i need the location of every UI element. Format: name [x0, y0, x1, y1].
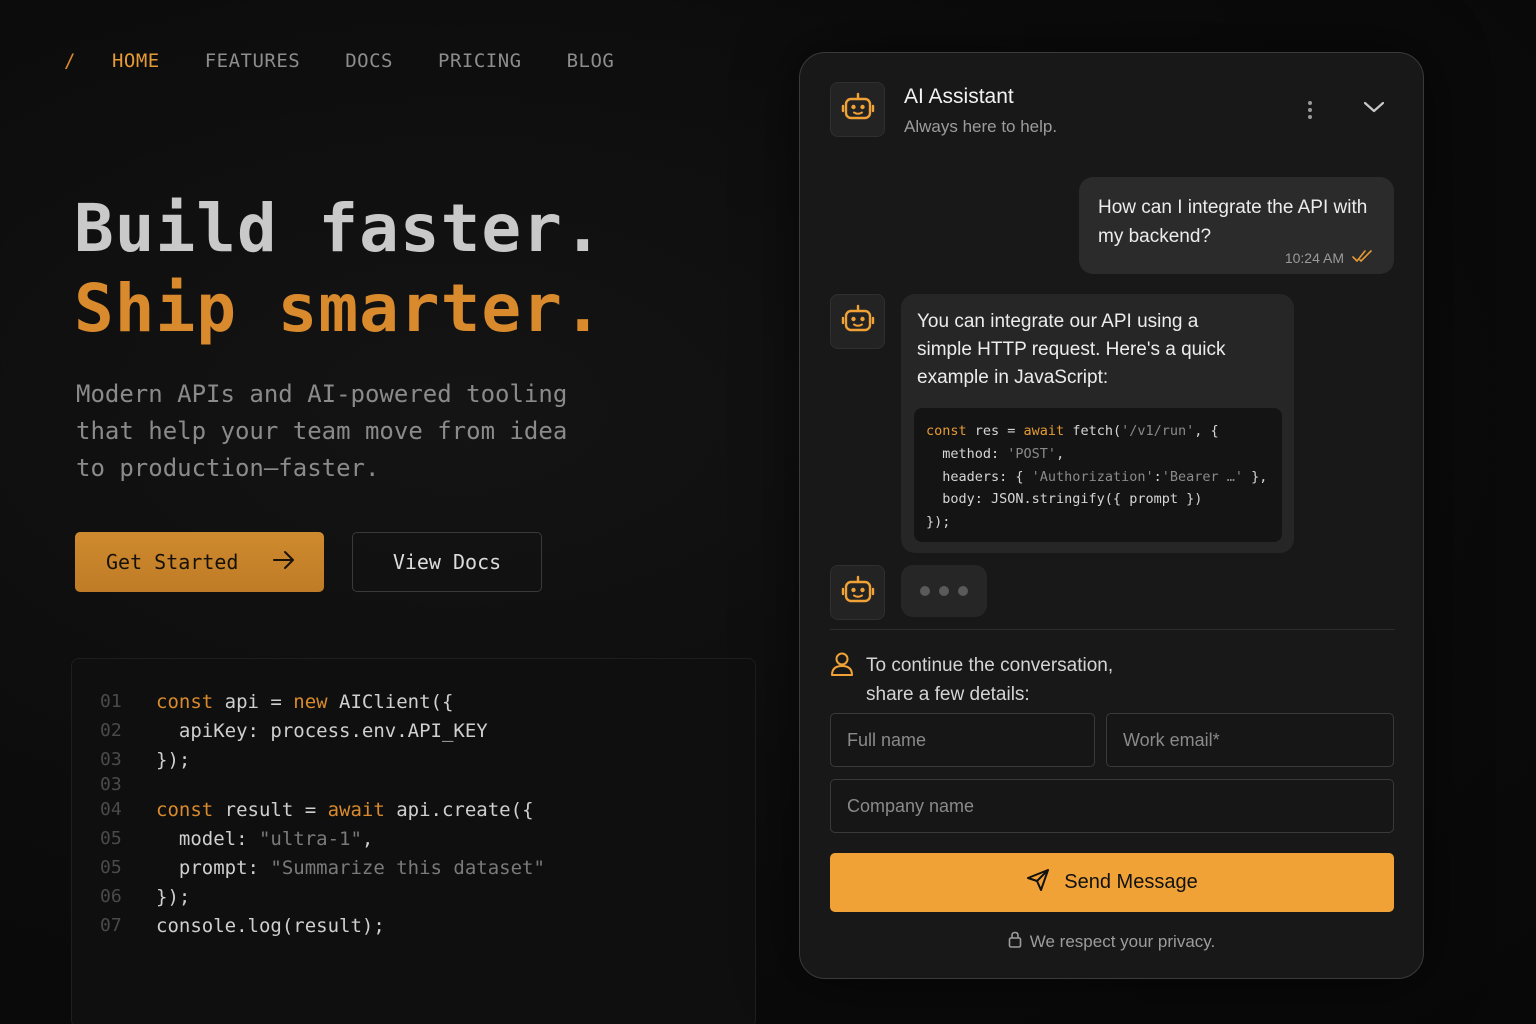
user-message-bubble: How can I integrate the API with my back…: [1079, 177, 1394, 274]
message-meta: 10:24 AM: [1285, 249, 1372, 266]
hero-subtitle: Modern APIs and AI-powered tooling that …: [76, 380, 568, 482]
view-docs-button[interactable]: View Docs: [352, 532, 542, 592]
lead-prompt-line1: To continue the conversation,: [866, 655, 1114, 676]
nav-item-features[interactable]: FEATURES: [205, 50, 301, 72]
divider: [830, 629, 1395, 630]
robot-icon: [841, 575, 875, 610]
code-text: console.log(result);: [156, 914, 385, 937]
code-line: method: 'POST',: [926, 445, 1065, 462]
assistant-message-bubble: You can integrate our API using a simple…: [901, 294, 1294, 553]
user-icon: [830, 651, 854, 709]
privacy-note: We respect your privacy.: [800, 931, 1423, 953]
line-number: 03: [100, 749, 122, 770]
lead-prompt-line2: share a few details:: [866, 684, 1030, 705]
code-line: 03: [72, 774, 755, 795]
code-text: model: "ultra-1",: [156, 827, 374, 850]
get-started-label: Get Started: [106, 550, 239, 574]
arrow-right-icon: [272, 550, 296, 575]
code-text: prompt: "Summarize this dataset": [156, 856, 545, 879]
code-text: });: [156, 748, 191, 771]
line-number: 01: [100, 691, 122, 712]
paper-plane-icon: [1026, 868, 1050, 897]
hero-headline-line2: Ship smarter.: [74, 270, 604, 347]
code-text: const result = await api.create({: [156, 798, 534, 821]
chevron-down-icon[interactable]: [1362, 99, 1386, 120]
assistant-message-text: You can integrate our API using a simple…: [917, 311, 1226, 388]
assistant-avatar: [830, 82, 885, 137]
line-number: 02: [100, 720, 122, 741]
more-options-icon[interactable]: [1300, 97, 1320, 123]
code-sample-panel: 01 const api = new AIClient({ 02 apiKey:…: [71, 658, 756, 1024]
code-line: headers: { 'Authorization':'Bearer …' },: [926, 468, 1268, 485]
lead-prompt: To continue the conversation, share a fe…: [830, 651, 1113, 709]
assistant-avatar: [830, 294, 885, 349]
message-time: 10:24 AM: [1284, 249, 1344, 266]
code-line: 07 console.log(result);: [72, 911, 755, 940]
robot-icon: [841, 304, 875, 339]
chat-widget: AI Assistant Always here to help. How ca…: [799, 52, 1424, 979]
line-number: 07: [100, 915, 122, 936]
lead-prompt-text: To continue the conversation, share a fe…: [866, 651, 1113, 709]
line-number: 06: [100, 886, 122, 907]
chat-title: AI Assistant: [904, 85, 1014, 108]
code-text: apiKey: process.env.API_KEY: [156, 719, 488, 742]
send-message-button[interactable]: Send Message: [830, 853, 1394, 912]
code-text: const api = new AIClient({: [156, 690, 454, 713]
code-line: 01 const api = new AIClient({: [72, 687, 755, 716]
code-line: });: [926, 514, 951, 531]
get-started-button[interactable]: Get Started: [75, 532, 324, 592]
send-message-label: Send Message: [1064, 871, 1198, 893]
code-line: const res = await fetch('/v1/run', {: [926, 423, 1219, 439]
nav-item-home[interactable]: HOME: [112, 50, 160, 72]
code-line: 03 });: [72, 745, 755, 774]
nav-slash: /: [64, 50, 76, 72]
company-name-field[interactable]: [830, 779, 1394, 833]
code-line: 05 prompt: "Summarize this dataset": [72, 853, 755, 882]
privacy-text: We respect your privacy.: [1029, 932, 1216, 951]
view-docs-label: View Docs: [392, 550, 502, 574]
nav-item-docs[interactable]: DOCS: [345, 50, 393, 72]
line-number: 05: [100, 857, 122, 878]
chat-subtitle: Always here to help.: [904, 117, 1058, 136]
chat-header: AI Assistant Always here to help.: [800, 53, 1423, 163]
user-message-text: How can I integrate the API with my back…: [1098, 197, 1368, 247]
code-text: });: [156, 885, 191, 908]
code-line: 05 model: "ultra-1",: [72, 824, 755, 853]
work-email-field[interactable]: [1106, 713, 1394, 767]
line-number: 04: [100, 799, 122, 820]
double-check-icon: [1352, 249, 1372, 266]
assistant-avatar: [830, 565, 885, 620]
top-nav: / HOME FEATURES DOCS PRICING BLOG: [64, 50, 659, 72]
hero-headline-line1: Build faster.: [74, 190, 604, 267]
code-line: body: JSON.stringify({ prompt }): [926, 491, 1203, 508]
full-name-field[interactable]: [830, 713, 1095, 767]
typing-indicator: [901, 565, 987, 617]
line-number: 05: [100, 828, 122, 849]
line-number: 03: [100, 774, 122, 795]
nav-item-pricing[interactable]: PRICING: [438, 50, 522, 72]
assistant-code-block: const res = await fetch('/v1/run', { met…: [914, 408, 1282, 542]
lock-icon: [1008, 931, 1022, 953]
nav-item-blog[interactable]: BLOG: [567, 50, 615, 72]
code-line: 02 apiKey: process.env.API_KEY: [72, 716, 755, 745]
robot-icon: [841, 92, 875, 127]
code-line: 04 const result = await api.create({: [72, 795, 755, 824]
code-line: 06 });: [72, 882, 755, 911]
